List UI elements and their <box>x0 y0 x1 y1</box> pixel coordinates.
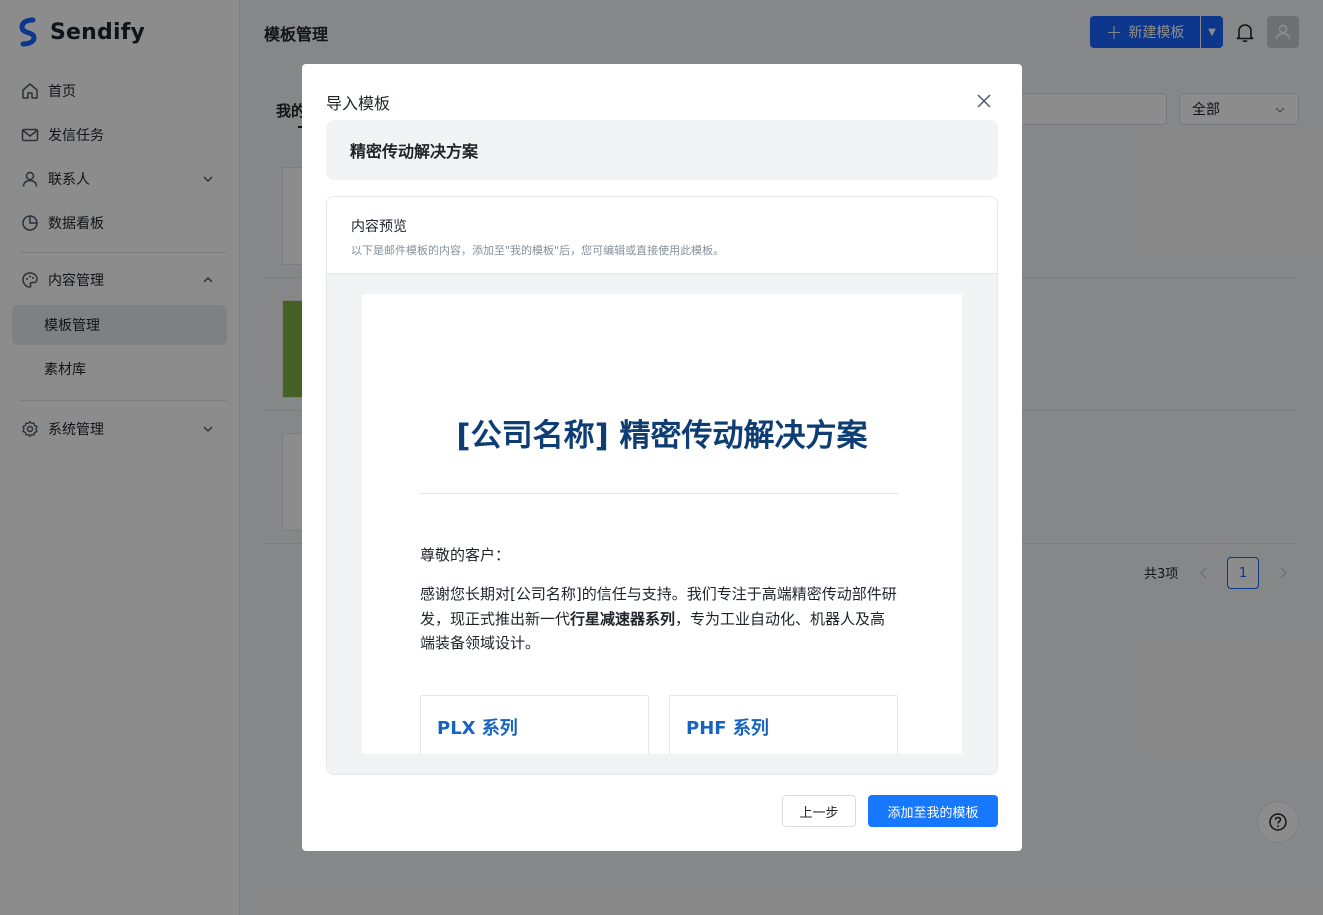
email-divider <box>420 493 898 494</box>
close-icon[interactable] <box>975 92 993 110</box>
modal-title: 导入模板 <box>326 94 391 113</box>
content-preview-card: 内容预览 以下是邮件模板的内容，添加至"我的模板"后，您可编辑或直接使用此模板。… <box>326 196 998 775</box>
series-card: PHF 系列 <box>669 695 898 754</box>
series-card: PLX 系列 <box>420 695 649 754</box>
add-to-my-templates-button[interactable]: 添加至我的模板 <box>868 795 998 827</box>
preview-description: 以下是邮件模板的内容，添加至"我的模板"后，您可编辑或直接使用此模板。 <box>351 244 725 257</box>
import-template-modal: 导入模板 精密传动解决方案 内容预览 以下是邮件模板的内容，添加至"我的模板"后… <box>302 64 1022 851</box>
email-title: [公司名称] 精密传动解决方案 <box>456 418 868 454</box>
series-title: PHF 系列 <box>686 718 769 739</box>
email-greeting: 尊敬的客户： <box>420 546 511 564</box>
series-title: PLX 系列 <box>437 718 518 739</box>
preview-title: 内容预览 <box>351 219 407 235</box>
email-preview: [公司名称] 精密传动解决方案 尊敬的客户： 感谢您长期对[公司名称]的信任与支… <box>362 294 962 754</box>
email-body: 感谢您长期对[公司名称]的信任与支持。我们专注于高端精密传动部件研发，现正式推出… <box>420 582 900 656</box>
previous-step-button[interactable]: 上一步 <box>782 795 856 827</box>
preview-stage[interactable]: [公司名称] 精密传动解决方案 尊敬的客户： 感谢您长期对[公司名称]的信任与支… <box>327 274 997 774</box>
email-body-highlight: 行星减速器系列 <box>570 609 676 628</box>
preview-header: 内容预览 以下是邮件模板的内容，添加至"我的模板"后，您可编辑或直接使用此模板。 <box>327 197 997 274</box>
template-name: 精密传动解决方案 <box>326 120 998 180</box>
